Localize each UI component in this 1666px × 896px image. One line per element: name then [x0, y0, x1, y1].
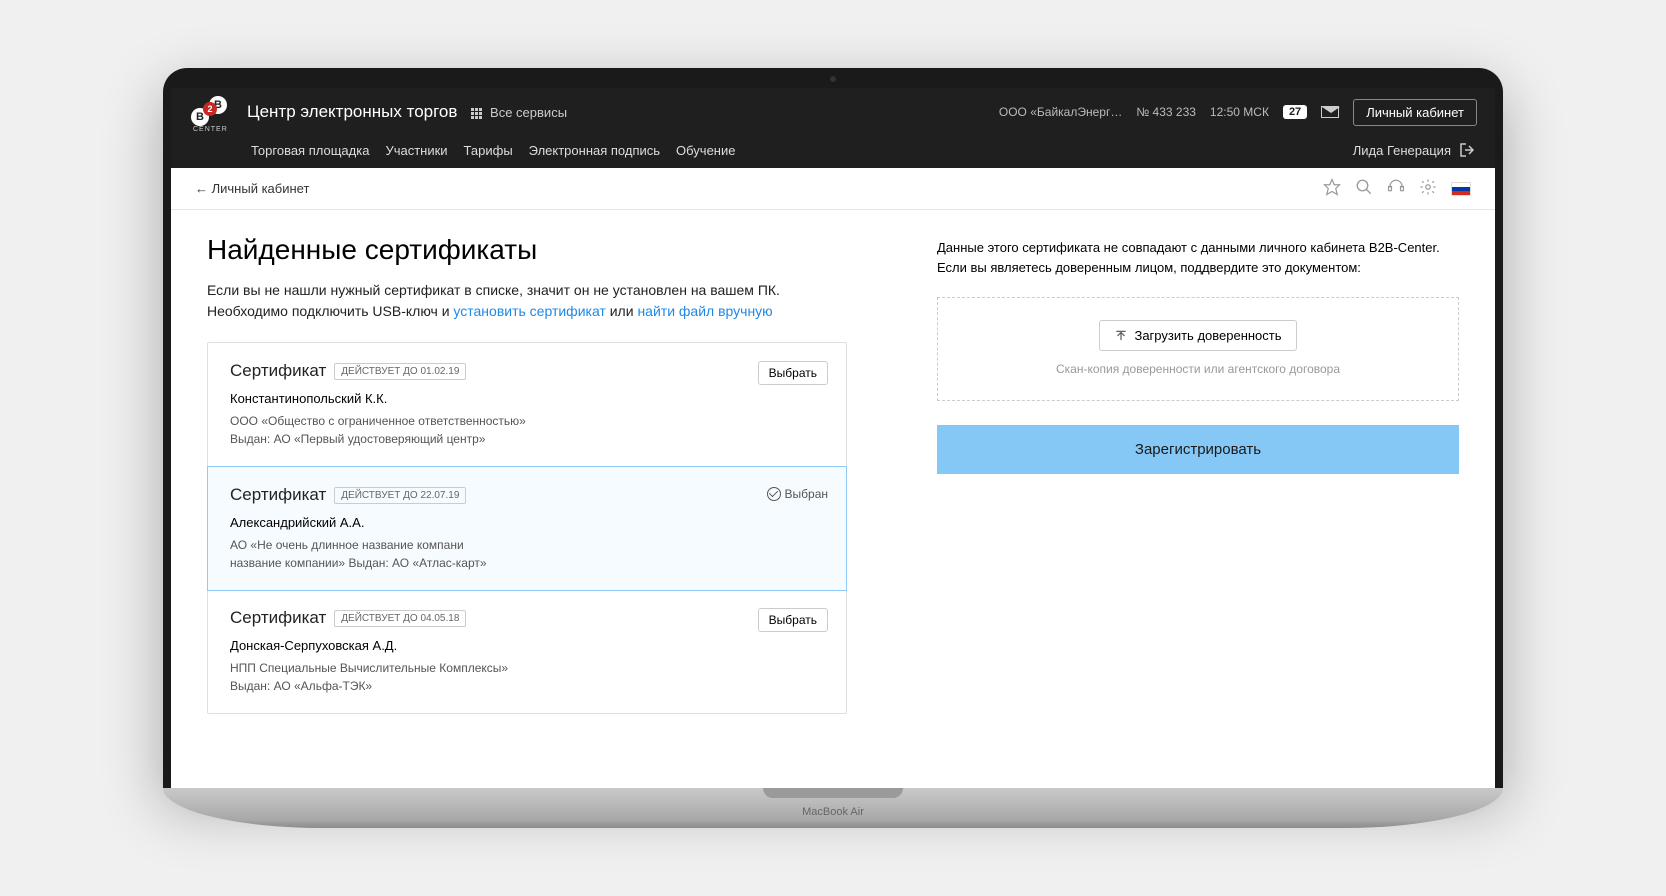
flag-ru-icon[interactable] — [1451, 182, 1471, 196]
page-title: Найденные сертификаты — [207, 234, 847, 266]
cert-valid-badge: ДЕЙСТВУЕТ ДО 22.07.19 — [334, 487, 466, 504]
side-notice: Данные этого сертификата не совпадают с … — [937, 238, 1459, 277]
brand-title: Центр электронных торгов — [247, 102, 457, 122]
nav-tariffs[interactable]: Тарифы — [464, 143, 513, 158]
cert-org: НПП Специальные Вычислительные Комплексы… — [230, 659, 824, 695]
intro-text: Если вы не нашли нужный сертификат в спи… — [207, 280, 847, 322]
cert-title: Сертификат — [230, 361, 326, 381]
cert-valid-badge: ДЕЙСТВУЕТ ДО 04.05.18 — [334, 610, 466, 627]
grid-icon — [471, 108, 482, 119]
cert-person: Константинопольский К.К. — [230, 391, 824, 406]
logo-subtext: CENTER — [193, 126, 228, 133]
select-cert-button[interactable]: Выбрать — [758, 361, 828, 385]
company-name: ООО «БайкалЭнерг… — [999, 105, 1122, 119]
cert-org: ООО «Общество с ограниченное ответственн… — [230, 412, 824, 448]
certificate-item[interactable]: Сертификат ДЕЙСТВУЕТ ДО 22.07.19 Выбран … — [207, 466, 847, 591]
account-number: № 433 233 — [1136, 105, 1196, 119]
personal-cabinet-button[interactable]: Личный кабинет — [1353, 99, 1477, 126]
certificate-item[interactable]: Сертификат ДЕЙСТВУЕТ ДО 04.05.18 Выбрать… — [208, 590, 846, 713]
select-cert-button[interactable]: Выбрать — [758, 608, 828, 632]
device-label: MacBook Air — [802, 806, 864, 818]
nav-trading[interactable]: Торговая площадка — [251, 143, 369, 158]
upload-hint: Скан-копия доверенности или агентского д… — [956, 361, 1440, 378]
nav-training[interactable]: Обучение — [676, 143, 735, 158]
certificate-list: Сертификат ДЕЙСТВУЕТ ДО 01.02.19 Выбрать… — [207, 342, 847, 714]
all-services-link[interactable]: Все сервисы — [471, 105, 567, 120]
find-file-link[interactable]: найти файл вручную — [637, 303, 772, 319]
cert-title: Сертификат — [230, 485, 326, 505]
certificate-item[interactable]: Сертификат ДЕЙСТВУЕТ ДО 01.02.19 Выбрать… — [208, 343, 846, 467]
star-icon[interactable] — [1323, 178, 1341, 199]
mail-icon[interactable] — [1321, 106, 1339, 118]
cert-person: Александрийский А.А. — [230, 515, 824, 530]
search-icon[interactable] — [1355, 178, 1373, 199]
cert-valid-badge: ДЕЙСТВУЕТ ДО 01.02.19 — [334, 363, 466, 380]
register-button[interactable]: Зарегистрировать — [937, 425, 1459, 474]
back-link[interactable]: ← Личный кабинет — [195, 181, 309, 196]
upload-dropzone[interactable]: Загрузить доверенность Скан-копия довере… — [937, 297, 1459, 401]
camera-dot — [830, 76, 836, 82]
cert-person: Донская-Серпуховская А.Д. — [230, 638, 824, 653]
install-cert-link[interactable]: установить сертификат — [453, 303, 605, 319]
upload-button[interactable]: Загрузить доверенность — [1099, 320, 1296, 351]
notifications-count[interactable]: 27 — [1283, 105, 1307, 119]
nav-participants[interactable]: Участники — [385, 143, 447, 158]
server-time: 12:50 МСК — [1210, 105, 1269, 119]
check-circle-icon — [767, 487, 781, 501]
cert-selected-status: Выбран — [767, 487, 828, 501]
logout-icon[interactable] — [1459, 142, 1477, 158]
gear-icon[interactable] — [1419, 178, 1437, 199]
user-name: Лида Генерация — [1353, 143, 1451, 158]
nav-esignature[interactable]: Электронная подпись — [529, 143, 660, 158]
upload-icon — [1114, 329, 1128, 343]
laptop-notch — [763, 788, 903, 798]
logo[interactable]: B 2 B CENTER — [189, 96, 233, 128]
logo-badge: 2 — [203, 102, 217, 116]
cert-org: АО «Не очень длинное название компаниназ… — [230, 536, 824, 572]
support-icon[interactable] — [1387, 178, 1405, 199]
cert-title: Сертификат — [230, 608, 326, 628]
